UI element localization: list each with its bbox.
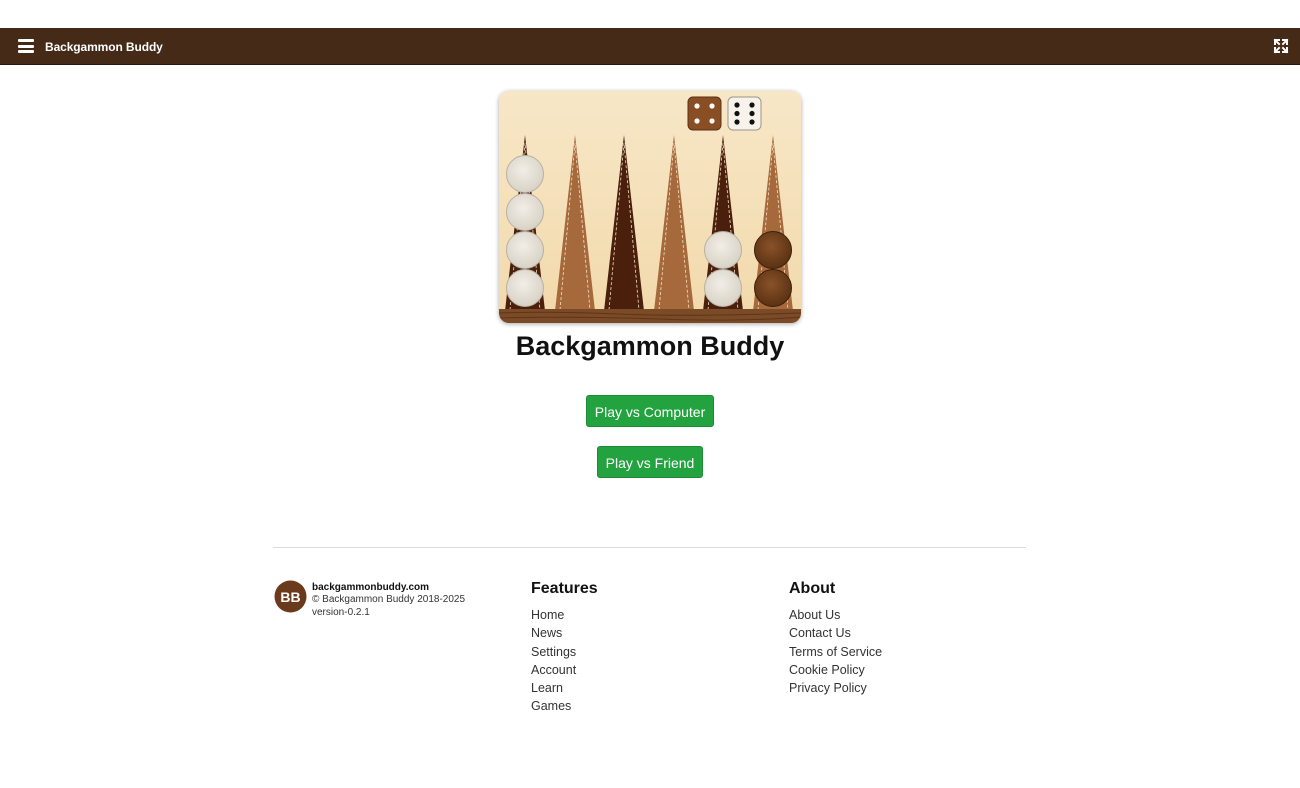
footer-link-news[interactable]: News [531,624,598,642]
footer-link-home[interactable]: Home [531,606,598,624]
footer-about-heading: About [789,580,836,597]
top-navbar: Backgammon Buddy [0,28,1300,65]
footer-link-cookie-policy[interactable]: Cookie Policy [789,661,882,679]
footer-divider [273,547,1026,548]
footer-copyright: © Backgammon Buddy 2018-2025 [312,594,466,605]
footer-features-heading: Features [531,580,598,597]
play-vs-computer-button[interactable]: Play vs Computer [586,395,714,427]
footer-link-about-us[interactable]: About Us [789,606,882,624]
footer-link-account[interactable]: Account [531,661,598,679]
fullscreen-icon[interactable] [1273,38,1289,54]
footer-about-column: About About Us Contact Us Terms of Servi… [789,580,882,697]
page-title: Backgammon Buddy [515,331,785,361]
site-logo-icon: BB [274,580,307,613]
footer-link-settings[interactable]: Settings [531,643,598,661]
backgammon-board-illustration [499,91,801,323]
hamburger-menu-icon[interactable] [18,39,34,53]
die-four [687,96,722,131]
footer-link-terms[interactable]: Terms of Service [789,643,882,661]
svg-text:BB: BB [280,589,300,605]
footer-link-games[interactable]: Games [531,697,598,715]
footer-link-learn[interactable]: Learn [531,679,598,697]
footer-site-name[interactable]: backgammonbuddy.com [312,582,429,593]
footer-link-contact-us[interactable]: Contact Us [789,624,882,642]
footer-version: version-0.2.1 [312,607,370,618]
footer-features-column: Features Home News Settings Account Lear… [531,580,598,716]
navbar-brand[interactable]: Backgammon Buddy [45,40,163,54]
play-vs-friend-button[interactable]: Play vs Friend [597,446,703,478]
footer-link-privacy-policy[interactable]: Privacy Policy [789,679,882,697]
die-six [727,96,762,131]
